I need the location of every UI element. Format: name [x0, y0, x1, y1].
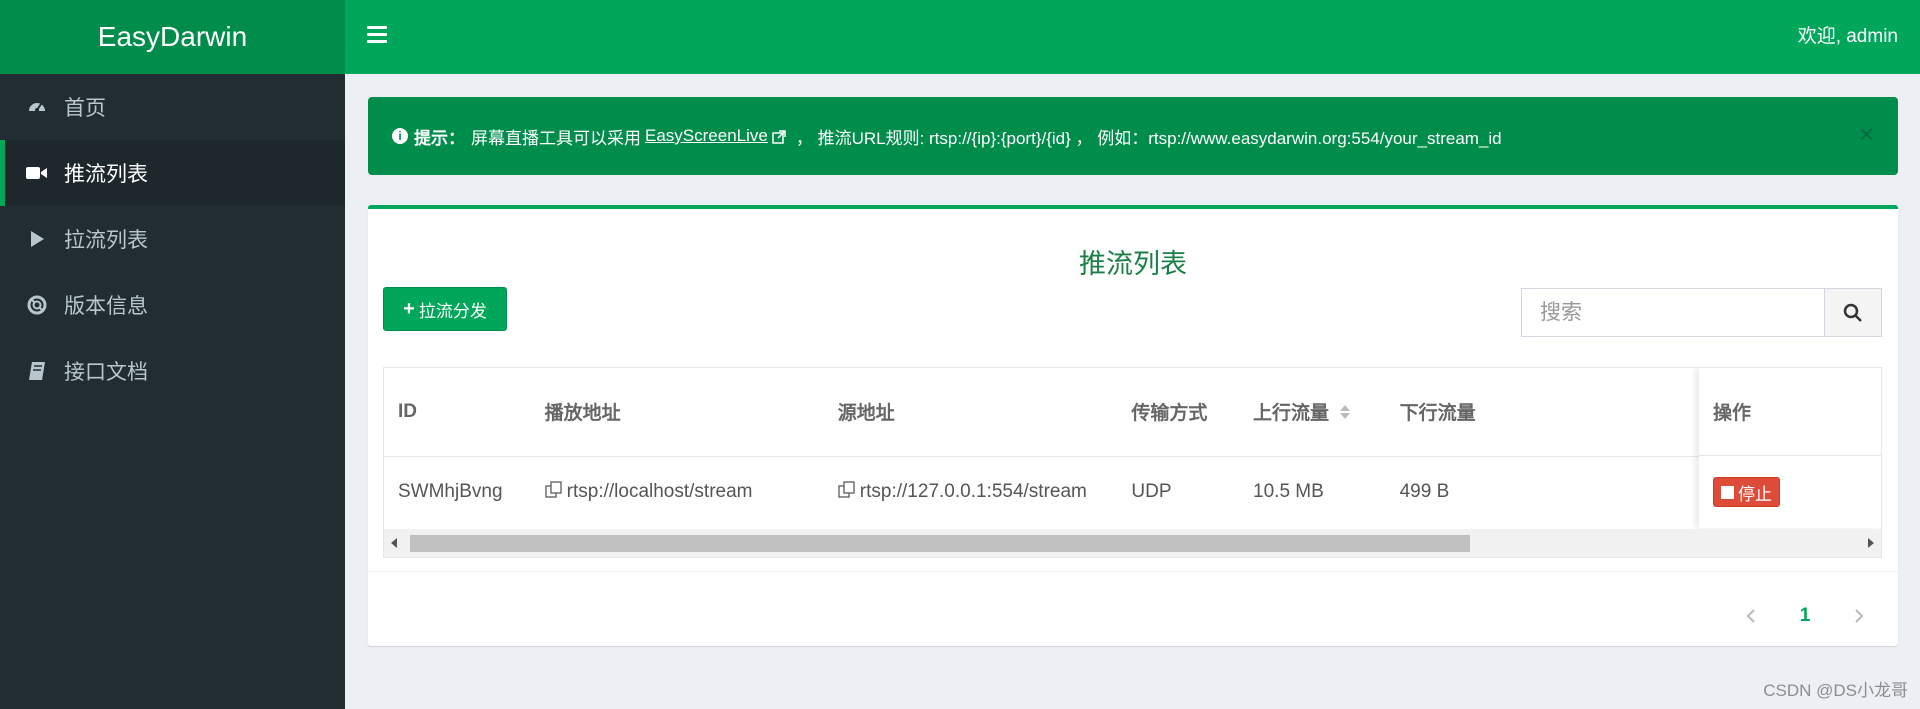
cell-source-url[interactable]: rtsp://127.0.0.1:554/stream — [824, 456, 1118, 528]
welcome-user[interactable]: 欢迎, admin — [1798, 0, 1898, 74]
alert-rule-text: ， 推流URL规则: rtsp://{ip}:{port}/{id} ， 例如：… — [795, 128, 1502, 148]
sort-icon[interactable] — [1339, 404, 1351, 426]
alert-prefix: 提示： — [414, 128, 465, 148]
sidebar-item-push-list[interactable]: 推流列表 — [0, 140, 345, 206]
sidebar-item-label: 拉流列表 — [64, 229, 148, 252]
cell-transport: UDP — [1131, 481, 1172, 503]
add-pull-distribute-button[interactable]: + 拉流分发 — [383, 287, 507, 331]
close-icon[interactable]: × — [1859, 121, 1874, 147]
col-transport[interactable]: 传输方式 — [1117, 368, 1240, 457]
cell-action: 停止 — [1699, 456, 1881, 528]
col-action: 操作 — [1699, 368, 1881, 456]
sidebar-item-home[interactable]: 首页 — [0, 74, 345, 140]
search-button[interactable] — [1824, 289, 1881, 336]
copy-icon[interactable] — [838, 481, 856, 499]
watermark: CSDN @DS小龙哥 — [1763, 681, 1908, 700]
cell-downstream: 499 B — [1399, 481, 1450, 503]
col-downstream[interactable]: 下行流量 — [1385, 368, 1585, 457]
book-icon — [26, 360, 48, 382]
easyscreenlive-link[interactable]: EasyScreenLive — [645, 126, 768, 146]
sidebar-item-label: 首页 — [64, 97, 106, 120]
col-upstream-label: 上行流量 — [1253, 402, 1330, 424]
col-source-url[interactable]: 源地址 — [823, 368, 1118, 457]
stream-table: ID 播放地址 源地址 传输方式 上行流量 下行流量 SWMhjBvng rts… — [383, 367, 1882, 558]
stop-icon — [1721, 485, 1734, 499]
sidebar-item-pull-list[interactable]: 拉流列表 — [0, 206, 345, 272]
play-icon — [26, 228, 48, 250]
life-ring-icon — [26, 294, 48, 316]
stop-button[interactable]: 停止 — [1713, 477, 1780, 507]
search-icon — [1843, 303, 1862, 322]
search-input[interactable] — [1522, 289, 1824, 336]
sidebar-item-label: 推流列表 — [64, 163, 148, 186]
push-list-panel: 推流列表 + 拉流分发 ID 播放地址 源地址 传输方式 上行流量 下行流量 — [368, 205, 1898, 646]
scrollbar-thumb[interactable] — [410, 535, 1470, 552]
page-title: 推流列表 — [1079, 249, 1187, 279]
external-link-icon — [772, 129, 786, 144]
sidebar-item-api-docs[interactable]: 接口文档 — [0, 338, 345, 404]
info-circle-icon: i — [392, 128, 408, 144]
horizontal-scrollbar[interactable] — [384, 529, 1881, 557]
sidebar-toggle-icon[interactable] — [367, 26, 387, 44]
pagination-prev-icon[interactable] — [1724, 593, 1778, 639]
divider — [368, 571, 1898, 572]
col-upstream[interactable]: 上行流量 — [1239, 368, 1386, 457]
play-url-text: rtsp://localhost/stream — [566, 481, 753, 503]
pagination-next-icon[interactable] — [1832, 593, 1886, 639]
source-url-text: rtsp://127.0.0.1:554/stream — [859, 481, 1087, 503]
brand-logo[interactable]: EasyDarwin — [0, 0, 345, 74]
top-navbar: 欢迎, admin — [345, 0, 1920, 74]
sidebar-item-label: 接口文档 — [64, 361, 148, 384]
stop-button-label: 停止 — [1738, 484, 1772, 504]
scroll-right-arrow-icon[interactable] — [1861, 529, 1881, 557]
col-id[interactable]: ID — [384, 368, 531, 457]
video-camera-icon — [26, 162, 48, 184]
plus-icon: + — [403, 297, 415, 320]
pagination: 1 — [1724, 593, 1886, 639]
cell-upstream: 10.5 MB — [1253, 481, 1324, 503]
col-play-url[interactable]: 播放地址 — [530, 368, 824, 457]
fixed-action-column: 操作 停止 — [1699, 368, 1881, 528]
cell-id: SWMhjBvng — [398, 481, 503, 503]
tip-alert: i 提示： 屏幕直播工具可以采用 EasyScreenLive ， 推流URL规… — [368, 97, 1898, 175]
dashboard-icon — [26, 96, 48, 118]
table-row: SWMhjBvng rtsp://localhost/stream rtsp:/… — [384, 456, 1881, 528]
alert-text: 屏幕直播工具可以采用 — [471, 128, 641, 148]
search-box — [1521, 288, 1882, 337]
sidebar: 首页 推流列表 拉流列表 版本信息 接口文档 — [0, 74, 345, 709]
scroll-left-arrow-icon[interactable] — [384, 529, 404, 557]
sidebar-item-label: 版本信息 — [64, 295, 148, 318]
copy-icon[interactable] — [544, 481, 563, 499]
pagination-page[interactable]: 1 — [1778, 593, 1832, 639]
table-header-row: ID 播放地址 源地址 传输方式 上行流量 下行流量 — [384, 368, 1881, 457]
cell-play-url[interactable]: rtsp://localhost/stream — [531, 456, 824, 528]
sidebar-item-version[interactable]: 版本信息 — [0, 272, 345, 338]
add-button-label: 拉流分发 — [418, 301, 487, 321]
